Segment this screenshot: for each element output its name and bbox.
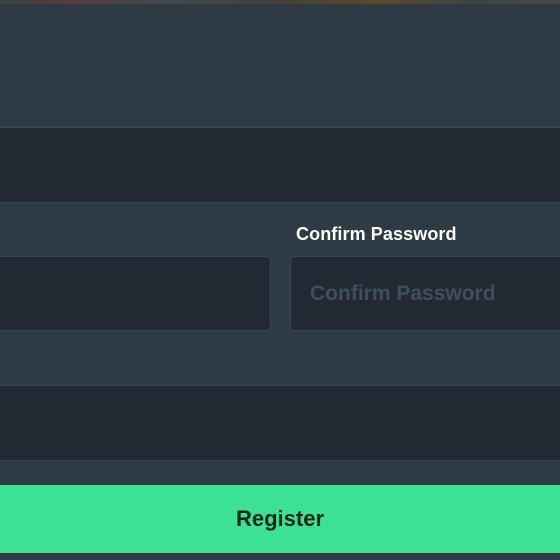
registration-form: Confirm Password Register <box>0 0 560 560</box>
background-image-strip <box>0 0 560 4</box>
register-button[interactable]: Register <box>0 485 560 553</box>
form-input-field-lower[interactable] <box>0 385 560 461</box>
confirm-password-input[interactable] <box>290 256 560 331</box>
footer-strip <box>0 553 560 560</box>
confirm-password-label: Confirm Password <box>296 224 457 244</box>
password-input-field[interactable] <box>0 256 271 331</box>
form-input-field[interactable] <box>0 127 560 203</box>
